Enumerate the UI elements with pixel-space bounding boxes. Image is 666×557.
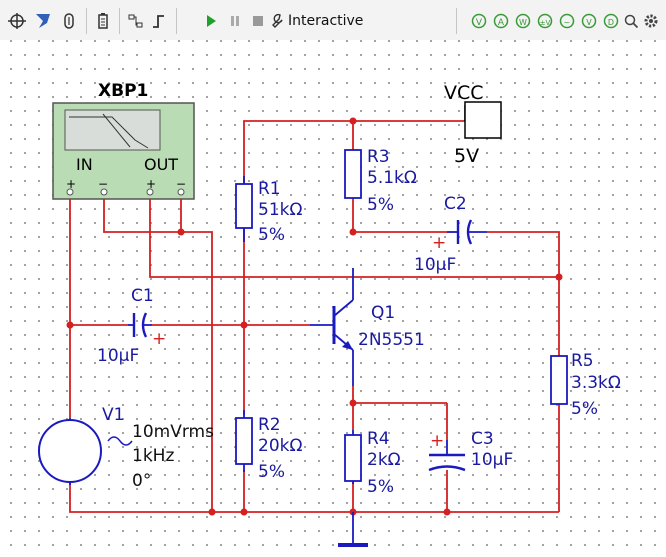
- r3-value: 5.1kΩ: [367, 168, 417, 188]
- vcc-label: VCC: [444, 82, 484, 104]
- xbp1-instrument[interactable]: XBP1 IN OUT + − + −: [52, 81, 195, 200]
- v1-ac-source[interactable]: [38, 418, 133, 485]
- junction: [555, 273, 563, 281]
- c2-capacitor[interactable]: [447, 219, 487, 245]
- junction: [349, 117, 357, 125]
- c1-value: 10µF: [97, 346, 139, 366]
- ground-symbol: [338, 512, 368, 547]
- junction: [240, 321, 248, 329]
- v1-amplitude: 10mVrms: [132, 422, 214, 442]
- r4-resistor[interactable]: [344, 430, 362, 484]
- r2-tol: 5%: [258, 462, 285, 482]
- xbp1-terminal[interactable]: [66, 188, 74, 196]
- wire[interactable]: [487, 231, 560, 356]
- c1-ref: C1: [131, 286, 154, 306]
- junction: [66, 321, 74, 329]
- junction: [349, 399, 357, 407]
- v1-ref: V1: [102, 405, 124, 425]
- junction: [349, 228, 357, 236]
- c3-ref: C3: [471, 429, 494, 449]
- xbp1-terminal[interactable]: [146, 188, 154, 196]
- r5-resistor[interactable]: [550, 355, 568, 405]
- q1-transistor[interactable]: [310, 268, 354, 386]
- c2-plus: +: [432, 233, 446, 253]
- r5-tol: 5%: [571, 399, 598, 419]
- r3-tol: 5%: [367, 195, 394, 215]
- c2-ref: C2: [444, 194, 467, 214]
- r1-resistor[interactable]: [235, 176, 253, 242]
- junction: [443, 508, 451, 516]
- xbp1-in-label: IN: [76, 155, 93, 174]
- r2-ref: R2: [258, 415, 281, 435]
- r3-ref: R3: [367, 147, 390, 167]
- v1-phase: 0°: [132, 471, 151, 491]
- q1-model: 2N5551: [358, 330, 425, 350]
- junction: [208, 508, 216, 516]
- c2-value: 10µF: [414, 255, 456, 275]
- xbp1-terminal[interactable]: [177, 188, 185, 196]
- c1-capacitor[interactable]: [128, 312, 152, 338]
- q1-ref: Q1: [371, 303, 395, 323]
- c1-plus: +: [152, 329, 166, 349]
- schematic: XBP1 IN OUT + − + − VCC 5V R1 51kΩ 5% R2…: [38, 81, 621, 547]
- junction: [240, 508, 248, 516]
- r4-value: 2kΩ: [367, 450, 401, 470]
- xbp1-label: XBP1: [98, 81, 148, 101]
- xbp1-out-label: OUT: [144, 155, 178, 174]
- junction: [177, 228, 185, 236]
- r2-resistor[interactable]: [235, 410, 253, 472]
- r1-ref: R1: [258, 179, 281, 199]
- c3-plus: +: [430, 431, 444, 451]
- vcc-source[interactable]: VCC 5V: [444, 82, 502, 167]
- xbp1-terminal[interactable]: [100, 188, 108, 196]
- r5-value: 3.3kΩ: [571, 373, 621, 393]
- vcc-value: 5V: [454, 145, 479, 167]
- c3-value: 10µF: [471, 450, 513, 470]
- vcc-box[interactable]: [464, 101, 502, 139]
- r1-value: 51kΩ: [258, 200, 302, 220]
- r4-tol: 5%: [367, 477, 394, 497]
- r1-tol: 5%: [258, 225, 285, 245]
- r3-resistor[interactable]: [344, 149, 362, 199]
- r4-ref: R4: [367, 429, 390, 449]
- r2-value: 20kΩ: [258, 436, 302, 456]
- v1-freq: 1kHz: [132, 446, 174, 466]
- xbp1-screen: [64, 109, 161, 151]
- r5-ref: R5: [571, 351, 594, 371]
